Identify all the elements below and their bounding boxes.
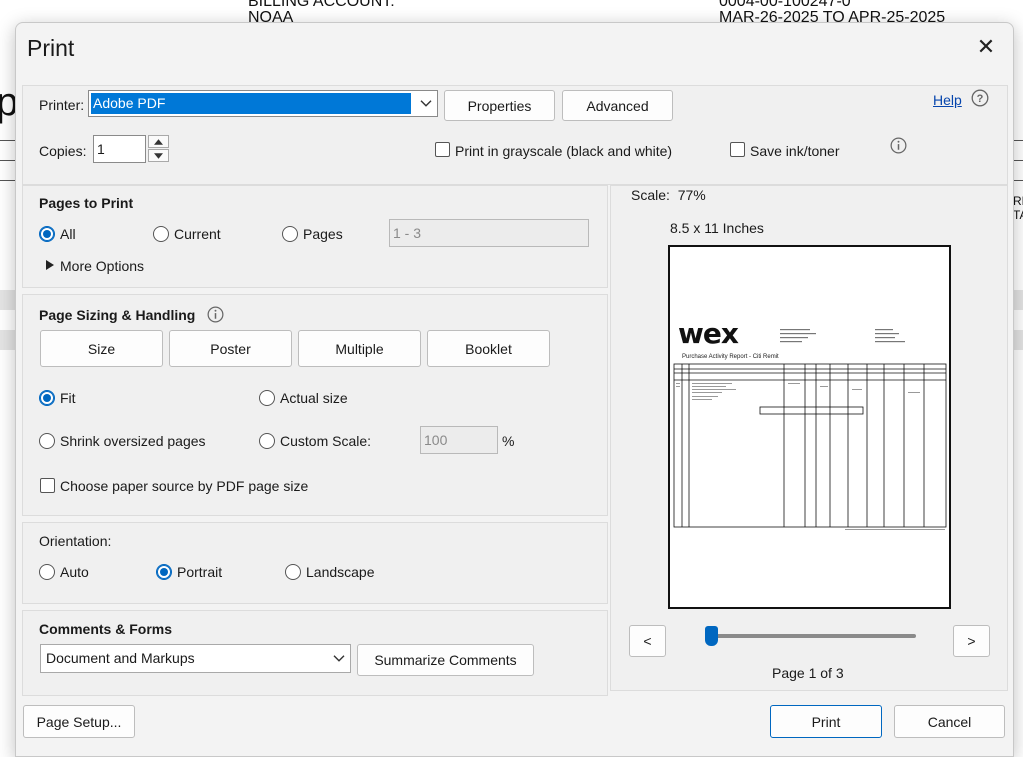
custom-scale-label: Custom Scale: [280,433,372,449]
save-ink-checkbox[interactable] [730,142,745,157]
orientation-landscape-label: Landscape [306,564,375,580]
more-options-toggle[interactable]: More Options [60,257,144,275]
copies-decrement-button[interactable] [148,149,169,162]
grayscale-label: Print in grayscale (black and white) [455,143,673,159]
advanced-button[interactable]: Advanced [562,90,673,121]
bg-edge-text: TA [1013,208,1023,222]
percent-sign: % [502,433,515,449]
next-page-button[interactable]: > [953,625,990,657]
page-preview: wex Purchase Activity Report - Citi Remi… [668,245,951,609]
fit-label: Fit [60,390,76,406]
help-link[interactable]: Help [933,91,962,109]
custom-scale-radio[interactable] [259,433,275,449]
page-slider-track[interactable] [711,634,916,638]
pages-all-radio[interactable] [39,226,55,242]
tab-booklet[interactable]: Booklet [427,330,550,367]
properties-button[interactable]: Properties [444,90,555,121]
fit-radio[interactable] [39,390,55,406]
actual-size-radio[interactable] [259,390,275,406]
print-button[interactable]: Print [770,705,882,738]
pages-range-label: Pages [303,226,343,242]
expand-triangle-icon[interactable] [46,260,54,270]
tab-size[interactable]: Size [40,330,163,367]
triangle-up-icon [154,139,163,145]
page-indicator: Page 1 of 3 [772,665,844,681]
pages-range-radio[interactable] [282,226,298,242]
paper-size-label: 8.5 x 11 Inches [670,220,764,236]
svg-text:?: ? [977,93,984,105]
dialog-title: Print [27,35,75,61]
comments-forms-select[interactable]: Document and Markups [40,644,351,673]
info-icon[interactable] [890,137,907,154]
help-icon[interactable]: ? [971,89,989,107]
chevron-down-icon [420,99,432,107]
summarize-comments-button[interactable]: Summarize Comments [357,644,534,676]
grayscale-checkbox[interactable] [435,142,450,157]
copies-input[interactable]: 1 [93,135,146,163]
preview-report-table [673,329,947,530]
chevron-down-icon [333,654,345,662]
page-slider-thumb[interactable] [705,626,718,646]
copies-stepper[interactable] [148,135,169,163]
orientation-auto-radio[interactable] [39,564,55,580]
pages-all-label: All [60,226,76,242]
print-dialog: Print ✕ Printer: Adobe PDF Properties Ad… [15,22,1014,757]
shrink-oversized-radio[interactable] [39,433,55,449]
orientation-landscape-radio[interactable] [285,564,301,580]
comments-forms-title: Comments & Forms [39,621,173,637]
pages-current-label: Current [174,226,221,242]
scale-indicator: Scale: 77% [631,187,706,203]
printer-label: Printer: [39,97,85,113]
previous-page-button[interactable]: < [629,625,666,657]
printer-select[interactable]: Adobe PDF [88,90,438,117]
orientation-portrait-label: Portrait [177,564,223,580]
cancel-button[interactable]: Cancel [894,705,1005,738]
page-setup-button[interactable]: Page Setup... [23,705,135,738]
save-ink-label: Save ink/toner [750,143,840,159]
comments-forms-select-value: Document and Markups [46,650,195,666]
pages-to-print-title: Pages to Print [39,195,134,211]
tab-multiple[interactable]: Multiple [298,330,421,367]
pages-current-radio[interactable] [153,226,169,242]
copies-increment-button[interactable] [148,135,169,148]
page-sizing-title: Page Sizing & Handling [39,307,196,323]
paper-source-label: Choose paper source by PDF page size [60,478,309,494]
close-button[interactable]: ✕ [973,35,999,61]
triangle-down-icon [154,153,163,159]
info-icon[interactable] [207,306,224,323]
paper-source-checkbox[interactable] [40,478,55,493]
custom-scale-input[interactable]: 100 [420,426,498,454]
orientation-auto-label: Auto [60,564,89,580]
actual-size-label: Actual size [280,390,348,406]
shrink-oversized-label: Shrink oversized pages [60,433,206,449]
printer-select-value: Adobe PDF [91,93,411,114]
orientation-portrait-radio[interactable] [156,564,172,580]
copies-label: Copies: [39,143,87,159]
orientation-title: Orientation: [39,533,112,549]
pages-range-input[interactable]: 1 - 3 [389,219,589,247]
tab-poster[interactable]: Poster [169,330,292,367]
